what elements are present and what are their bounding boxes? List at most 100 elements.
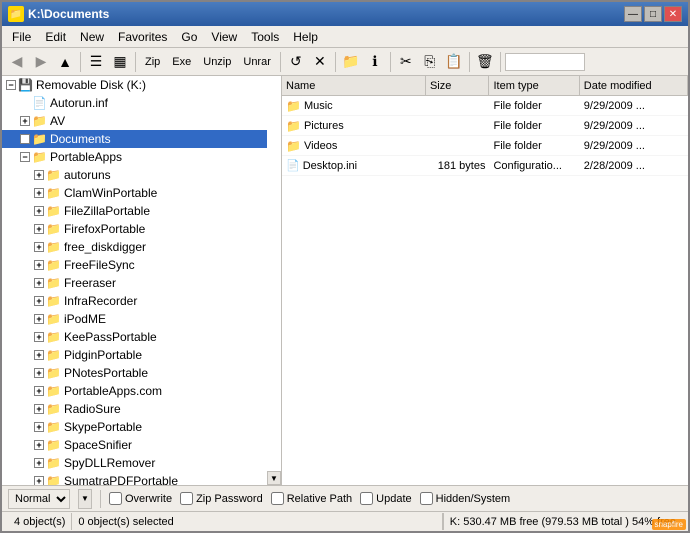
back-button[interactable]: ◀ <box>6 51 28 73</box>
file-row-music[interactable]: 📁 Music File folder 9/29/2009 ... <box>282 96 688 116</box>
menu-tools[interactable]: Tools <box>245 28 285 46</box>
file-row-desktop-ini[interactable]: 📄 Desktop.ini 181 bytes Configuratio... … <box>282 156 688 176</box>
tree-item-autoruns[interactable]: + 📁 autoruns <box>2 166 267 184</box>
search-input[interactable] <box>505 53 585 71</box>
tree-item-pidgin[interactable]: + 📁 PidginPortable <box>2 346 267 364</box>
mode-select[interactable]: Normal <box>8 489 70 509</box>
tree-label: RadioSure <box>64 402 121 416</box>
tree-item-portableapps-com[interactable]: + 📁 PortableApps.com <box>2 382 267 400</box>
tree-item-clamwin[interactable]: + 📁 ClamWinPortable <box>2 184 267 202</box>
relative-path-text: Relative Path <box>287 493 352 505</box>
mode-dropdown-button[interactable]: ▼ <box>78 489 92 509</box>
maximize-button[interactable]: □ <box>644 6 662 22</box>
expand-sub[interactable]: + <box>34 386 44 396</box>
update-checkbox[interactable] <box>360 492 373 505</box>
expand-sub[interactable]: + <box>34 458 44 468</box>
expand-sub[interactable]: + <box>34 314 44 324</box>
minimize-button[interactable]: — <box>624 6 642 22</box>
unrar-button[interactable]: Unrar <box>238 54 276 70</box>
tree-item-autorun[interactable]: 📄 Autorun.inf <box>2 94 267 112</box>
relative-path-checkbox[interactable] <box>271 492 284 505</box>
expand-portableapps[interactable]: − <box>20 152 30 162</box>
hidden-system-checkbox[interactable] <box>420 492 433 505</box>
menu-go[interactable]: Go <box>175 28 203 46</box>
expand-sub[interactable]: + <box>34 224 44 234</box>
file-row-pictures[interactable]: 📁 Pictures File folder 9/29/2009 ... <box>282 116 688 136</box>
up-button[interactable]: ▲ <box>54 51 76 73</box>
paste-button[interactable]: 📋 <box>443 51 465 73</box>
expand-sub[interactable]: + <box>34 242 44 252</box>
expand-sub[interactable]: + <box>34 440 44 450</box>
tree-item-diskdigger[interactable]: + 📁 free_diskdigger <box>2 238 267 256</box>
expand-sub[interactable]: + <box>34 296 44 306</box>
zip-button[interactable]: Zip <box>140 54 165 70</box>
properties-button[interactable]: ℹ <box>364 51 386 73</box>
unzip-button[interactable]: Unzip <box>198 54 236 70</box>
menu-favorites[interactable]: Favorites <box>112 28 173 46</box>
col-header-date[interactable]: Date modified <box>580 76 688 95</box>
refresh-button[interactable]: ↺ <box>285 51 307 73</box>
col-header-name[interactable]: Name <box>282 76 426 95</box>
expand-sub[interactable]: + <box>34 170 44 180</box>
tree-item-radiosure[interactable]: + 📁 RadioSure <box>2 400 267 418</box>
tree-item-spydll[interactable]: + 📁 SpyDLLRemover <box>2 454 267 472</box>
tree-label: Autorun.inf <box>50 96 108 110</box>
tree-item-skype[interactable]: + 📁 SkypePortable <box>2 418 267 436</box>
expand-sub[interactable]: + <box>34 332 44 342</box>
exe-button[interactable]: Exe <box>167 54 196 70</box>
file-row-videos[interactable]: 📁 Videos File folder 9/29/2009 ... <box>282 136 688 156</box>
view-detail-button[interactable]: ▦ <box>109 51 131 73</box>
tree-item-pnotes[interactable]: + 📁 PNotesPortable <box>2 364 267 382</box>
expand-sub[interactable]: + <box>34 422 44 432</box>
delete-button[interactable]: 🗑 <box>474 51 496 73</box>
forward-button[interactable]: ▶ <box>30 51 52 73</box>
tree-item-ipodme[interactable]: + 📁 iPodME <box>2 310 267 328</box>
tree-item-infrarecorder[interactable]: + 📁 InfraRecorder <box>2 292 267 310</box>
copy-button[interactable]: ⎘ <box>419 51 441 73</box>
expand-av[interactable]: + <box>20 116 30 126</box>
scroll-down-btn[interactable]: ▼ <box>267 471 281 485</box>
overwrite-checkbox[interactable] <box>109 492 122 505</box>
zip-password-checkbox[interactable] <box>180 492 193 505</box>
menu-help[interactable]: Help <box>287 28 324 46</box>
folder-icon: 📁 <box>46 384 61 398</box>
tree-item-freeraser[interactable]: + 📁 Freeraser <box>2 274 267 292</box>
col-header-size[interactable]: Size <box>426 76 490 95</box>
expand-documents[interactable]: + <box>20 134 30 144</box>
view-list-button[interactable]: ☰ <box>85 51 107 73</box>
expand-sub[interactable]: + <box>34 368 44 378</box>
expand-sub[interactable]: + <box>34 476 44 485</box>
tree-item-firefox[interactable]: + 📁 FirefoxPortable <box>2 220 267 238</box>
tree-item-portableapps[interactable]: − 📁 PortableApps <box>2 148 267 166</box>
expand-sub[interactable]: + <box>34 188 44 198</box>
new-folder-button[interactable]: 📁 <box>340 51 362 73</box>
folder-icon: 📁 <box>46 402 61 416</box>
close-button[interactable]: ✕ <box>664 6 682 22</box>
tree-item-freefilesync[interactable]: + 📁 FreeFileSync <box>2 256 267 274</box>
tree-item-documents[interactable]: + 📁 Documents <box>2 130 267 148</box>
expand-drive[interactable]: − <box>6 80 16 90</box>
menu-new[interactable]: New <box>74 28 110 46</box>
cut-button[interactable]: ✂ <box>395 51 417 73</box>
folder-icon: 📁 <box>46 420 61 434</box>
tree-item-keepass[interactable]: + 📁 KeePassPortable <box>2 328 267 346</box>
sep6 <box>469 52 470 72</box>
expand-sub[interactable]: + <box>34 260 44 270</box>
folder-icon: 📁 <box>46 276 61 290</box>
tree-item-filezilla[interactable]: + 📁 FileZillaPortable <box>2 202 267 220</box>
tree-item-sumatra[interactable]: + 📁 SumatraPDFPortable <box>2 472 267 485</box>
tree-item-spacesnifier[interactable]: + 📁 SpaceSnifier <box>2 436 267 454</box>
col-header-type[interactable]: Item type <box>489 76 579 95</box>
menu-edit[interactable]: Edit <box>39 28 72 46</box>
expand-sub[interactable]: + <box>34 206 44 216</box>
status-objects: 4 object(s) <box>8 513 72 530</box>
menu-file[interactable]: File <box>6 28 37 46</box>
tree-item-av[interactable]: + 📁 AV <box>2 112 267 130</box>
tree-item-drive[interactable]: − 💾 Removable Disk (K:) <box>2 76 267 94</box>
expand-sub[interactable]: + <box>34 278 44 288</box>
expand-sub[interactable]: + <box>34 350 44 360</box>
expand-sub[interactable]: + <box>34 404 44 414</box>
stop-button[interactable]: ✕ <box>309 51 331 73</box>
file-name-videos: 📁 Videos <box>282 139 426 153</box>
menu-view[interactable]: View <box>205 28 243 46</box>
